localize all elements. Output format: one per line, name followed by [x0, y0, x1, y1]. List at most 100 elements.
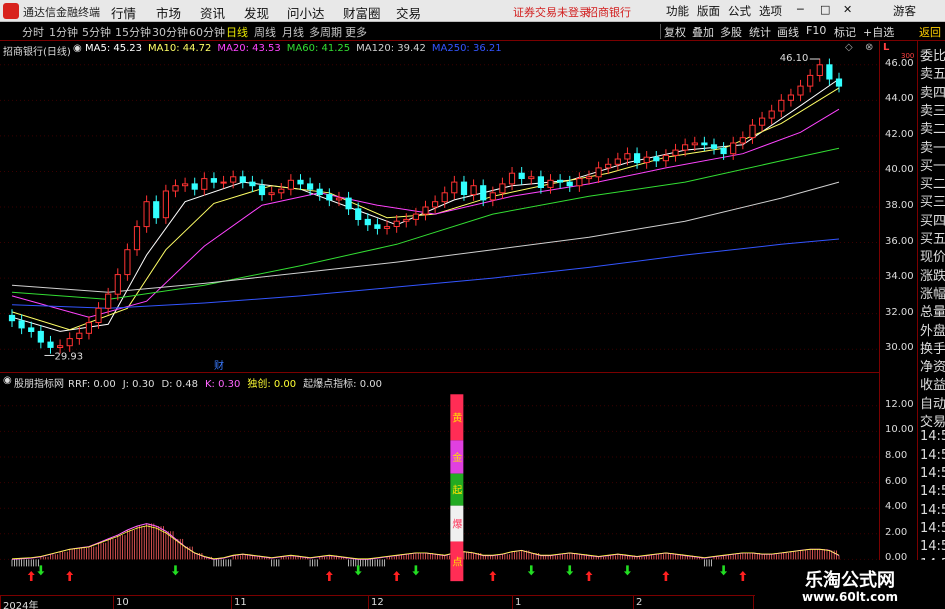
candle-body — [547, 179, 554, 188]
candle-body — [605, 163, 612, 169]
overlay-button[interactable]: 叠加 — [692, 24, 714, 40]
quote-field-label: 涨幅 — [920, 286, 945, 302]
price-tick-label: 36.00 — [885, 235, 914, 247]
up-arrow-icon — [27, 571, 35, 581]
candle-body — [451, 181, 458, 194]
watermark-url: www.60lt.com — [801, 590, 899, 604]
trade-login-notice[interactable]: 证券交易未登录 — [513, 4, 590, 20]
period-60min[interactable]: 60分钟 — [189, 24, 225, 40]
candlestick-chart[interactable]: 46.10 29.93 财 — [0, 41, 879, 373]
candle-body — [797, 85, 804, 96]
period-30min[interactable]: 30分钟 — [152, 24, 188, 40]
price-tick-label: 44.00 — [885, 93, 914, 105]
period-multi[interactable]: 多周期 — [309, 24, 342, 40]
guest-user[interactable]: 游客 — [893, 3, 916, 19]
period-weekly[interactable]: 周线 — [254, 24, 276, 40]
up-arrow-icon — [66, 571, 74, 581]
candle-body — [268, 192, 275, 196]
statistics-button[interactable]: 统计 — [749, 24, 771, 40]
candle-body — [432, 201, 439, 208]
period-5min[interactable]: 5分钟 — [82, 24, 111, 40]
quote-field-label: 总量 — [920, 305, 945, 321]
multi-stock-button[interactable]: 多股 — [720, 24, 742, 40]
menu-layout[interactable]: 版面 — [697, 3, 720, 19]
menu-quotes[interactable]: 行情 — [111, 3, 136, 22]
collapse-icon[interactable]: ⊗ — [865, 42, 873, 53]
candle-body — [682, 144, 689, 151]
menu-trade[interactable]: 交易 — [396, 3, 421, 22]
indicator-legend-item: K: 0.30 — [204, 379, 241, 390]
period-more[interactable]: 更多 — [345, 24, 367, 40]
quote-field-label: 交易 — [920, 415, 945, 430]
price-tick-label: 30.00 — [885, 342, 914, 354]
candle-body — [28, 327, 35, 332]
candle-body — [345, 197, 352, 210]
high-price-label: 46.10 — [780, 53, 809, 64]
back-button[interactable]: 返回 — [919, 24, 941, 40]
mark-button[interactable]: 标记 — [834, 24, 856, 40]
quote-field-label: 卖四 — [920, 85, 945, 101]
candle-body — [8, 314, 16, 322]
quote-field-label: 14:5 — [920, 520, 945, 536]
quote-field-label: 净资 — [920, 360, 945, 376]
add-watchlist-button[interactable]: +自选 — [863, 24, 894, 40]
quote-field-label: 买一 — [920, 158, 945, 174]
menu-formula[interactable]: 公式 — [728, 3, 751, 19]
menu-wenxiaoda[interactable]: 问小达 — [287, 3, 325, 22]
candle-body — [307, 183, 314, 190]
menu-discover[interactable]: 发现 — [244, 3, 269, 22]
candle-body — [768, 110, 775, 119]
candle-body — [759, 117, 766, 126]
menu-options[interactable]: 选项 — [759, 3, 782, 19]
minimize-icon[interactable]: ─ — [797, 3, 804, 16]
draw-line-button[interactable]: 画线 — [777, 24, 799, 40]
restore-rights-button[interactable]: 复权 — [664, 24, 686, 40]
period-monthly[interactable]: 月线 — [282, 24, 304, 40]
candle-body — [182, 183, 189, 187]
f10-button[interactable]: F10 — [806, 24, 826, 37]
candle-body — [230, 176, 237, 183]
candle-body — [412, 213, 419, 220]
ma-legend: MA5: 45.23 MA10: 44.72 MA20: 43.53 MA60: 41… — [85, 43, 508, 54]
period-timeshare[interactable]: 分时 — [22, 24, 44, 40]
period-1min[interactable]: 1分钟 — [49, 24, 78, 40]
quote-field-label: 买三 — [920, 195, 945, 211]
menu-news[interactable]: 资讯 — [200, 3, 225, 22]
candle-body — [508, 172, 516, 185]
close-icon[interactable]: ✕ — [843, 3, 852, 16]
settings-toggle-icon[interactable]: ◉ — [73, 43, 82, 54]
period-15min[interactable]: 15分钟 — [115, 24, 151, 40]
down-arrow-icon — [623, 565, 631, 576]
candle-body — [403, 218, 410, 222]
candle-body — [643, 156, 650, 163]
down-arrow-icon — [171, 565, 179, 576]
indicator-panel[interactable]: 黄金起爆点 ◉ 股朋指标网 RRF: 0.00 J: 0.30 D: 0.48 K: … — [0, 373, 879, 595]
candle-body — [701, 142, 708, 146]
candle-body — [287, 179, 294, 190]
down-arrow-icon — [566, 565, 574, 576]
candle-body — [662, 154, 669, 162]
menu-wealth-circle[interactable]: 财富圈 — [343, 3, 381, 22]
indicator-toggle-icon[interactable]: ◉ — [3, 375, 12, 386]
time-tick — [512, 596, 513, 609]
candle-body — [210, 178, 218, 183]
candle-body — [691, 142, 698, 146]
chart-title: 招商银行(日线) — [3, 47, 71, 58]
indicator-chart[interactable]: 黄金起爆点 — [0, 373, 879, 595]
candle-body — [326, 194, 333, 201]
candle-body — [835, 78, 843, 87]
candle-body — [172, 185, 179, 192]
period-daily[interactable]: 日线 — [226, 24, 248, 40]
menu-market[interactable]: 市场 — [156, 3, 181, 22]
signal-char: 黄 — [452, 411, 462, 424]
quote-field-label: 卖二 — [920, 122, 945, 138]
main-chart-panel[interactable]: 46.10 29.93 财 招商银行(日线) ◉ MA5: 45.23 MA10: 4… — [0, 41, 879, 373]
maximize-icon[interactable]: □ — [820, 3, 830, 16]
up-arrow-icon — [489, 571, 497, 581]
signal-char: 点 — [452, 556, 462, 568]
menu-function[interactable]: 功能 — [666, 3, 689, 19]
broker-name[interactable]: 招商银行 — [587, 4, 631, 20]
quote-field-label: 14:5 — [920, 502, 945, 518]
diamond-icon[interactable]: ◇ — [845, 42, 853, 53]
candle-body — [143, 201, 150, 228]
